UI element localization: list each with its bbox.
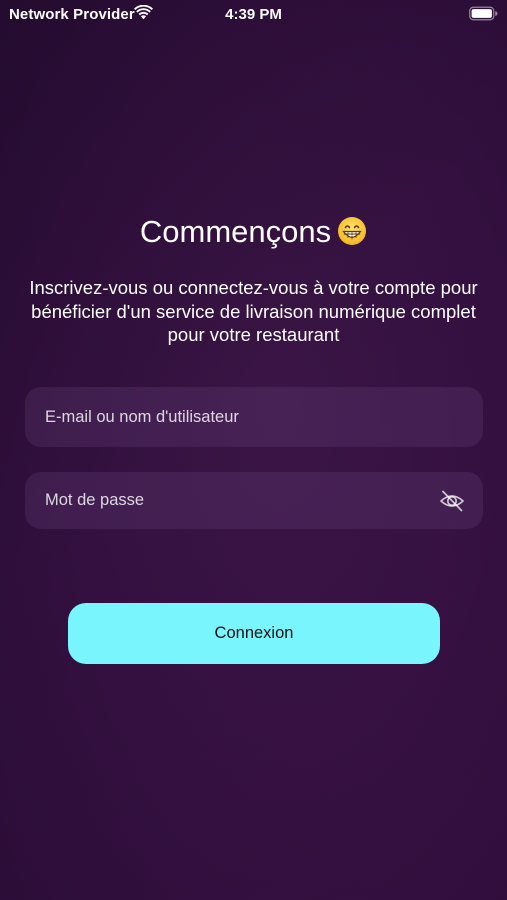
email-input[interactable] [25,387,483,447]
page-title-text: Commençons [139,214,332,249]
email-field-container [25,387,483,447]
battery-icon [469,6,498,21]
password-input[interactable] [25,472,483,529]
eye-slash-icon[interactable] [439,488,465,514]
page-title: Commençons [0,212,507,252]
login-button[interactable]: Connexion [68,603,440,664]
login-screen: Network Provider 4:39 PM Commençons Insc… [0,0,507,900]
status-time: 4:39 PM [225,6,282,23]
password-field-container [25,472,483,529]
intro-text: Inscrivez-vous ou connectez-vous à votre… [29,277,478,345]
status-bar: Network Provider 4:39 PM [0,0,507,28]
grinning-face-icon [338,217,367,245]
